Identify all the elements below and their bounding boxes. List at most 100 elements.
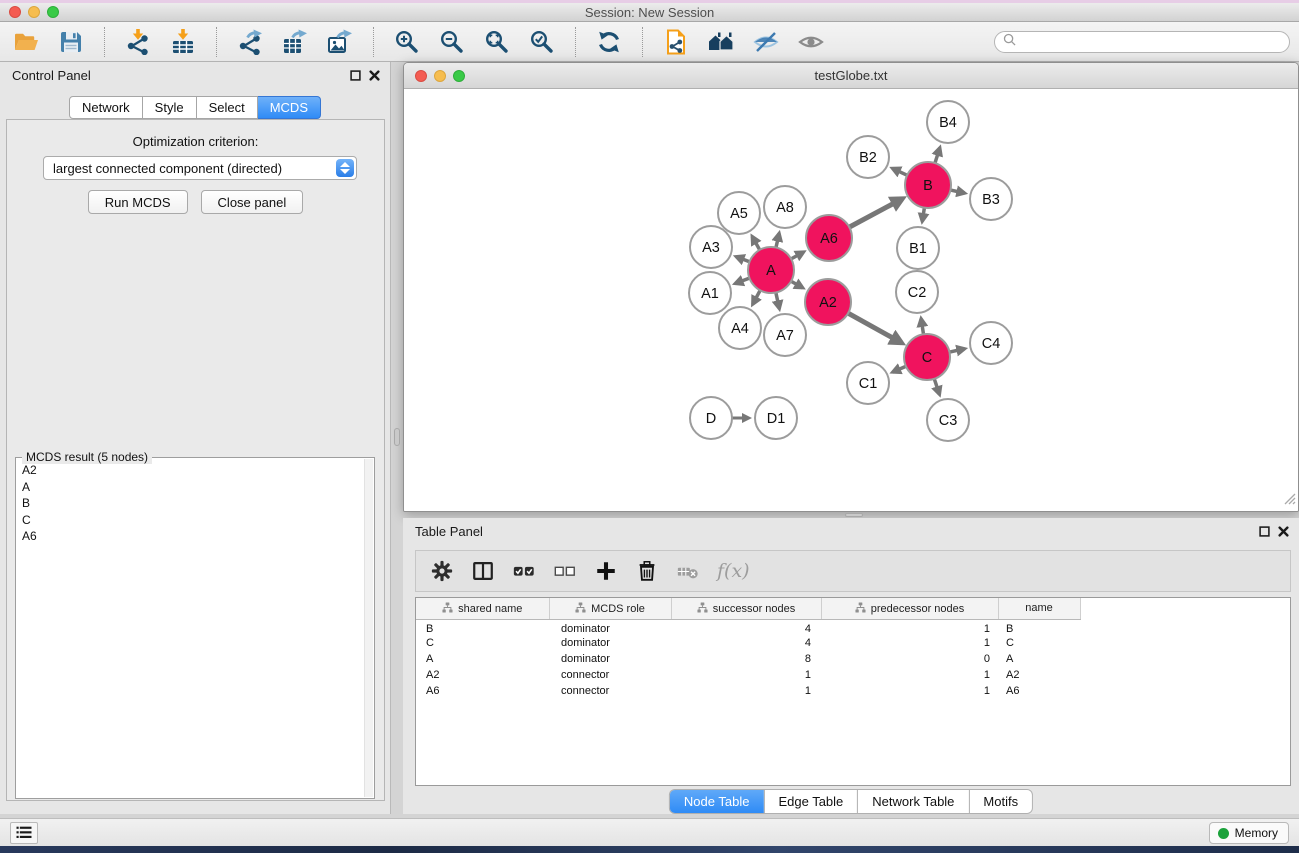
graph-node-B2[interactable]: B2 [847,136,889,178]
graph-edge-A-A8[interactable] [776,233,779,248]
tab-edge-table[interactable]: Edge Table [763,790,857,813]
graph-node-A6[interactable]: A6 [806,215,852,261]
graph-edge-A-A5[interactable] [752,237,760,251]
graph-node-B4[interactable]: B4 [927,101,969,143]
graph-edge-C-C2[interactable] [921,319,924,336]
delete-button[interactable] [634,558,660,584]
zoom-in-button[interactable] [393,28,421,56]
graph-node-C4[interactable]: C4 [970,322,1012,364]
tab-mcds[interactable]: MCDS [258,96,321,119]
search-input[interactable] [1021,35,1281,49]
graph-node-D[interactable]: D [690,397,732,439]
add-button[interactable] [593,558,619,584]
graph-edge-A-A7[interactable] [776,292,780,309]
vertical-divider-handle[interactable] [394,428,400,446]
deselect-all-button[interactable] [552,558,578,584]
show-all-button[interactable] [797,28,825,56]
graph-node-A8[interactable]: A8 [764,186,806,228]
memory-button[interactable]: Memory [1209,822,1289,844]
graph-node-A[interactable]: A [748,247,794,293]
float-table-panel-icon[interactable] [1258,525,1271,538]
graph-edge-B-B1[interactable] [922,207,924,222]
graph-edge-A-A6[interactable] [790,252,803,259]
zoom-out-button[interactable] [438,28,466,56]
graph-edge-B-B2[interactable] [892,168,908,175]
graph-edge-B-B4[interactable] [935,148,940,164]
graph-node-A7[interactable]: A7 [764,314,806,356]
minimize-window-button[interactable] [28,6,40,18]
network-canvas[interactable]: AA1A2A3A4A5A6A7A8BB1B2B3B4CC1C2C3C4DD1 [404,89,1298,512]
export-network-button[interactable] [236,28,264,56]
mcds-result-item[interactable]: B [17,495,363,512]
new-network-file-button[interactable] [662,28,690,56]
graph-edge-C-C4[interactable] [948,349,964,353]
close-table-panel-icon[interactable] [1277,525,1290,538]
graph-edge-A6-B[interactable] [848,199,902,228]
export-image-button[interactable] [326,28,354,56]
zoom-fit-button[interactable] [483,28,511,56]
graph-node-A4[interactable]: A4 [719,307,761,349]
horizontal-divider-handle[interactable] [845,513,863,517]
close-panel-icon[interactable] [368,69,381,82]
open-file-button[interactable] [12,28,40,56]
graph-node-C2[interactable]: C2 [896,271,938,313]
select-all-button[interactable] [511,558,537,584]
import-network-button[interactable] [124,28,152,56]
graph-edge-A-A1[interactable] [735,278,750,284]
table-row[interactable]: Cdominator41C [416,635,1290,651]
graph-node-C3[interactable]: C3 [927,399,969,441]
table-row[interactable]: A2connector11A2 [416,667,1290,683]
graph-node-D1[interactable]: D1 [755,397,797,439]
graph-node-B[interactable]: B [905,162,951,208]
tab-network-table[interactable]: Network Table [857,790,968,813]
hide-selected-button[interactable] [752,28,780,56]
tab-node-table[interactable]: Node Table [670,790,764,813]
network-zoom-button[interactable] [453,70,465,82]
float-panel-icon[interactable] [349,69,362,82]
graph-node-B1[interactable]: B1 [897,227,939,269]
resize-grip-icon[interactable] [1283,492,1296,510]
graph-edge-B-B3[interactable] [949,190,964,193]
column-header-successor-nodes[interactable]: successor nodes [671,598,821,619]
graph-edge-A-A2[interactable] [790,281,803,288]
graph-node-A2[interactable]: A2 [805,279,851,325]
zoom-selected-button[interactable] [528,28,556,56]
graph-edge-A2-C[interactable] [847,313,901,343]
first-neighbors-button[interactable] [707,28,735,56]
refresh-button[interactable] [595,28,623,56]
network-close-button[interactable] [415,70,427,82]
tab-network[interactable]: Network [69,96,143,119]
graph-edge-A-A3[interactable] [736,257,750,262]
table-row[interactable]: Adominator80A [416,651,1290,667]
export-table-button[interactable] [281,28,309,56]
table-row[interactable]: Bdominator41B [416,619,1290,635]
graph-edge-A-A4[interactable] [753,289,761,304]
save-session-button[interactable] [57,28,85,56]
close-window-button[interactable] [9,6,21,18]
graph-edge-C-C3[interactable] [934,378,940,395]
network-minimize-button[interactable] [434,70,446,82]
column-button[interactable] [470,558,496,584]
mcds-result-item[interactable]: A [17,479,363,496]
column-header-shared-name[interactable]: shared name [416,598,549,619]
mcds-result-item[interactable]: A2 [17,462,363,479]
import-table-button[interactable] [169,28,197,56]
graph-node-C[interactable]: C [904,334,950,380]
run-mcds-button[interactable]: Run MCDS [88,190,188,214]
tab-style[interactable]: Style [143,96,197,119]
graph-edge-C-C1[interactable] [893,366,907,372]
criterion-select[interactable]: largest connected component (directed) [43,156,357,180]
mcds-list-scrollbar[interactable] [364,459,373,797]
gear-button[interactable] [429,558,455,584]
graph-node-C1[interactable]: C1 [847,362,889,404]
zoom-window-button[interactable] [47,6,59,18]
task-history-button[interactable] [10,822,38,844]
mcds-result-item[interactable]: A6 [17,528,363,545]
graph-node-B3[interactable]: B3 [970,178,1012,220]
column-header-name[interactable]: name [998,598,1080,619]
mcds-result-item[interactable]: C [17,512,363,529]
close-panel-button[interactable]: Close panel [201,190,304,214]
table-row[interactable]: A6connector11A6 [416,683,1290,699]
column-header-mcds-role[interactable]: MCDS role [549,598,671,619]
tab-motifs[interactable]: Motifs [968,790,1032,813]
